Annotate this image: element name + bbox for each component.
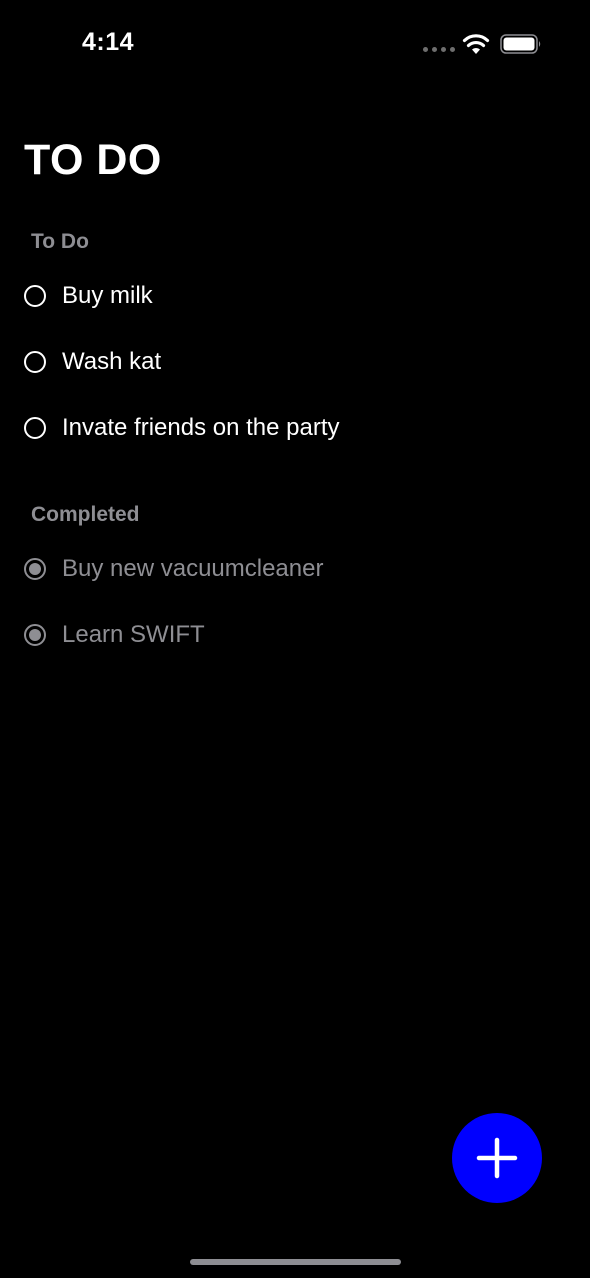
home-indicator[interactable] bbox=[190, 1259, 401, 1265]
todo-item[interactable]: Wash kat bbox=[24, 337, 564, 387]
todo-item[interactable]: Buy milk bbox=[24, 271, 564, 321]
unchecked-circle-icon[interactable] bbox=[24, 285, 46, 307]
checked-circle-icon[interactable] bbox=[24, 558, 46, 580]
completed-item-label: Buy new vacuumcleaner bbox=[62, 555, 324, 582]
completed-item-label: Learn SWIFT bbox=[62, 621, 205, 648]
section-header-todo: To Do bbox=[31, 230, 89, 253]
checked-circle-icon[interactable] bbox=[24, 624, 46, 646]
wifi-icon bbox=[462, 34, 490, 54]
battery-icon bbox=[500, 34, 541, 54]
unchecked-circle-icon[interactable] bbox=[24, 417, 46, 439]
unchecked-circle-icon[interactable] bbox=[24, 351, 46, 373]
todo-item-label: Buy milk bbox=[62, 282, 153, 309]
plus-icon bbox=[476, 1137, 518, 1179]
todo-item-label: Invate friends on the party bbox=[62, 414, 340, 441]
section-header-completed: Completed bbox=[31, 503, 140, 526]
completed-item[interactable]: Buy new vacuumcleaner bbox=[24, 544, 564, 594]
add-todo-button[interactable] bbox=[452, 1113, 542, 1203]
status-time: 4:14 bbox=[82, 28, 135, 56]
status-bar: 4:14 bbox=[0, 0, 590, 90]
todo-item-label: Wash kat bbox=[62, 348, 162, 375]
completed-item[interactable]: Learn SWIFT bbox=[24, 610, 564, 660]
signal-icon bbox=[423, 47, 455, 52]
page-title: TO DO bbox=[24, 136, 162, 184]
todo-item[interactable]: Invate friends on the party bbox=[24, 403, 564, 453]
